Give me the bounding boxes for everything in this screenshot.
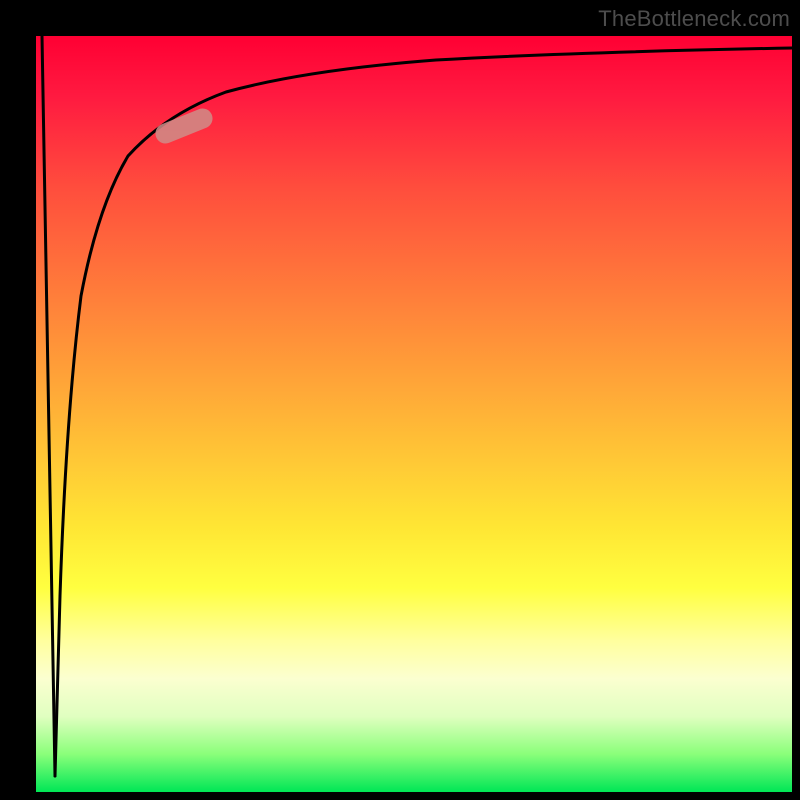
curve-up	[55, 48, 792, 776]
chart-frame: TheBottleneck.com	[0, 0, 800, 800]
plot-area	[36, 36, 792, 792]
bottleneck-curve	[36, 36, 792, 792]
watermark-text: TheBottleneck.com	[598, 6, 790, 32]
curve-down	[42, 36, 55, 776]
